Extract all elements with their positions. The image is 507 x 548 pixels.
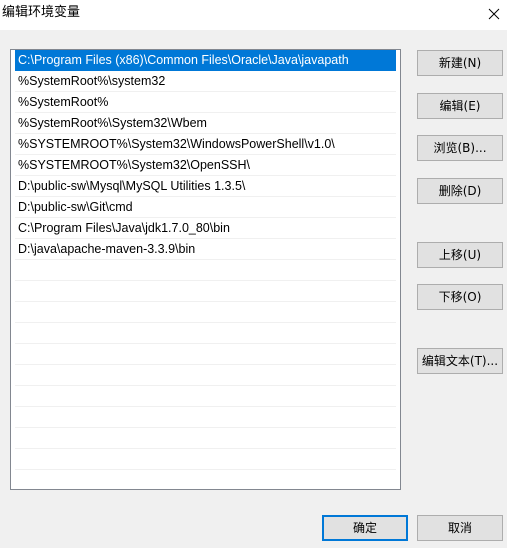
browse-button[interactable]: 浏览(B)... [417, 135, 503, 161]
list-item[interactable]: C:\Program Files\Java\jdk1.7.0_80\bin [15, 218, 396, 239]
window-title: 编辑环境变量 [2, 5, 81, 20]
list-item-empty[interactable] [15, 281, 396, 302]
edit-text-button[interactable]: 编辑文本(T)... [417, 348, 503, 374]
list-item[interactable]: C:\Program Files (x86)\Common Files\Orac… [15, 50, 396, 71]
list-item-empty[interactable] [15, 365, 396, 386]
list-item[interactable]: D:\public-sw\Git\cmd [15, 197, 396, 218]
close-icon [488, 8, 500, 20]
list-item[interactable]: %SystemRoot% [15, 92, 396, 113]
list-item-empty[interactable] [15, 449, 396, 470]
list-item[interactable]: %SystemRoot%\system32 [15, 71, 396, 92]
list-item[interactable]: D:\public-sw\Mysql\MySQL Utilities 1.3.5… [15, 176, 396, 197]
cancel-button[interactable]: 取消 [417, 515, 503, 541]
list-item-empty[interactable] [15, 344, 396, 365]
move-down-button[interactable]: 下移(O) [417, 284, 503, 310]
delete-button[interactable]: 删除(D) [417, 178, 503, 204]
list-item[interactable]: %SYSTEMROOT%\System32\OpenSSH\ [15, 155, 396, 176]
move-up-button[interactable]: 上移(U) [417, 242, 503, 268]
list-item-empty[interactable] [15, 428, 396, 449]
title-bar: 编辑环境变量 [0, 0, 507, 30]
list-item-empty[interactable] [15, 470, 396, 489]
list-item[interactable]: D:\java\apache-maven-3.3.9\bin [15, 239, 396, 260]
path-list-rows: C:\Program Files (x86)\Common Files\Orac… [15, 50, 396, 489]
list-item[interactable]: %SystemRoot%\System32\Wbem [15, 113, 396, 134]
list-item-empty[interactable] [15, 302, 396, 323]
edit-button[interactable]: 编辑(E) [417, 93, 503, 119]
list-item-empty[interactable] [15, 323, 396, 344]
path-list[interactable]: C:\Program Files (x86)\Common Files\Orac… [10, 49, 401, 490]
list-item-empty[interactable] [15, 260, 396, 281]
list-item-empty[interactable] [15, 386, 396, 407]
new-button[interactable]: 新建(N) [417, 50, 503, 76]
close-button[interactable] [481, 0, 507, 28]
list-item[interactable]: %SYSTEMROOT%\System32\WindowsPowerShell\… [15, 134, 396, 155]
list-item-empty[interactable] [15, 407, 396, 428]
edit-env-var-dialog: 编辑环境变量 C:\Program Files (x86)\Common Fil… [0, 0, 507, 548]
ok-button[interactable]: 确定 [322, 515, 408, 541]
